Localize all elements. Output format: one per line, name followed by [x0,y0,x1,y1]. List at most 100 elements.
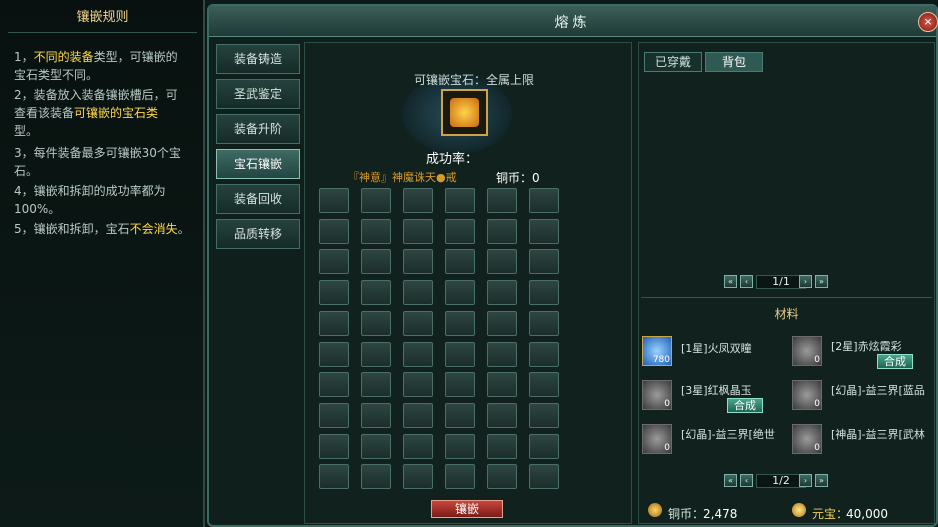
gem-slot[interactable] [403,218,433,244]
gem-slot[interactable] [319,341,349,367]
gem-slot[interactable] [445,188,475,213]
first-page-icon[interactable]: « [724,474,737,487]
gem-slot[interactable] [361,372,391,398]
prev-page-icon[interactable]: ‹ [740,275,753,288]
gray-gem-icon[interactable]: 0 [792,336,822,366]
gem-slot[interactable] [529,372,559,398]
gem-slot[interactable] [487,188,517,213]
tab-quality-transfer[interactable]: 品质转移 [216,219,300,249]
gem-slot[interactable] [361,249,391,275]
gem-slot[interactable] [403,464,433,490]
gem-slot[interactable] [319,218,349,244]
gem-slot[interactable] [529,218,559,244]
rule-line-8: 4，镶嵌和拆卸的成功率都为 [14,184,166,198]
gem-slot[interactable] [445,249,475,275]
gem-slot[interactable] [529,433,559,459]
gray-gem-icon[interactable]: 0 [792,424,822,454]
yuanbao-label: 元宝： [812,507,849,521]
gem-slot[interactable] [319,402,349,428]
gem-slot[interactable] [403,433,433,459]
gem-slot[interactable] [445,433,475,459]
gem-slot[interactable] [445,372,475,398]
gem-slot[interactable] [529,341,559,367]
gem-slot[interactable] [319,280,349,306]
synthesize-button[interactable]: 合成 [727,398,763,413]
blue-gem-icon[interactable]: 780 [642,336,672,366]
close-icon[interactable]: × [918,12,938,32]
gem-slot[interactable] [403,372,433,398]
inlay-button[interactable]: 镶嵌 [431,500,503,518]
rule-line-7: 石。 [14,164,39,178]
next-page-icon[interactable]: › [799,275,812,288]
gem-slot[interactable] [403,280,433,306]
tab-bag[interactable]: 背包 [705,52,763,72]
last-page-icon[interactable]: » [815,474,828,487]
gem-slot[interactable] [403,188,433,213]
rule-line-2: 宝石类型不同。 [14,68,99,82]
gem-slot[interactable] [403,310,433,336]
tab-recycle[interactable]: 装备回收 [216,184,300,214]
copper-coin-icon [648,503,662,517]
gem-slot[interactable] [487,372,517,398]
coin-cost: 铜币：0 [496,171,540,185]
gem-slot[interactable] [487,433,517,459]
gray-gem-icon[interactable]: 0 [792,380,822,410]
gem-slot[interactable] [403,341,433,367]
tab-upgrade[interactable]: 装备升阶 [216,114,300,144]
gem-slot[interactable] [487,249,517,275]
gem-slot[interactable] [529,188,559,213]
synthesize-button[interactable]: 合成 [877,354,913,369]
material-name: [幻晶]-益三界[绝世 [681,428,775,441]
gem-slot[interactable] [319,188,349,213]
gem-slot[interactable] [403,402,433,428]
gem-slot[interactable] [319,310,349,336]
gem-slot[interactable] [529,402,559,428]
next-page-icon[interactable]: › [799,474,812,487]
gem-slot[interactable] [361,341,391,367]
gem-slot[interactable] [487,341,517,367]
gem-slot[interactable] [319,464,349,490]
gem-slot[interactable] [445,280,475,306]
gem-slot[interactable] [361,310,391,336]
gem-slot[interactable] [319,433,349,459]
gem-slot[interactable] [487,280,517,306]
last-page-icon[interactable]: » [815,275,828,288]
gem-slot[interactable] [487,402,517,428]
gem-slot[interactable] [445,341,475,367]
gem-slot[interactable] [319,249,349,275]
gem-slot[interactable] [487,310,517,336]
gray-gem-icon[interactable]: 0 [642,380,672,410]
gem-slot[interactable] [529,280,559,306]
gem-slot[interactable] [361,218,391,244]
gem-slot[interactable] [529,310,559,336]
gem-slot[interactable] [361,188,391,213]
gem-slot[interactable] [319,372,349,398]
gem-slot[interactable] [487,218,517,244]
tab-equipment-forge[interactable]: 装备铸造 [216,44,300,74]
gem-slot[interactable] [529,464,559,490]
yuanbao-value: 40,000 [846,507,888,521]
materials-divider [641,297,932,298]
gem-slot[interactable] [445,402,475,428]
tab-appraisal[interactable]: 圣武鉴定 [216,79,300,109]
gem-slot[interactable] [487,464,517,490]
rules-divider [8,32,197,33]
gray-gem-icon[interactable]: 0 [642,424,672,454]
rule-line-3: 2，装备放入装备镶嵌槽后，可 [14,88,178,102]
gem-slot[interactable] [445,464,475,490]
gem-slot[interactable] [445,310,475,336]
gem-slot[interactable] [361,402,391,428]
gem-slot[interactable] [361,464,391,490]
equipment-slot[interactable] [441,89,488,136]
material-name: [神晶]-益三界[武林 [831,428,925,441]
gem-slot[interactable] [361,280,391,306]
tab-equipped[interactable]: 已穿戴 [644,52,702,72]
tab-gem-inlay[interactable]: 宝石镶嵌 [216,149,300,179]
first-page-icon[interactable]: « [724,275,737,288]
gem-slot[interactable] [529,249,559,275]
gem-slot[interactable] [361,433,391,459]
gem-slot[interactable] [445,218,475,244]
rules-panel: 镶嵌规则 1，不同的装备类型，可镶嵌的 宝石类型不同。 2，装备放入装备镶嵌槽后… [0,0,205,527]
gem-slot[interactable] [403,249,433,275]
prev-page-icon[interactable]: ‹ [740,474,753,487]
